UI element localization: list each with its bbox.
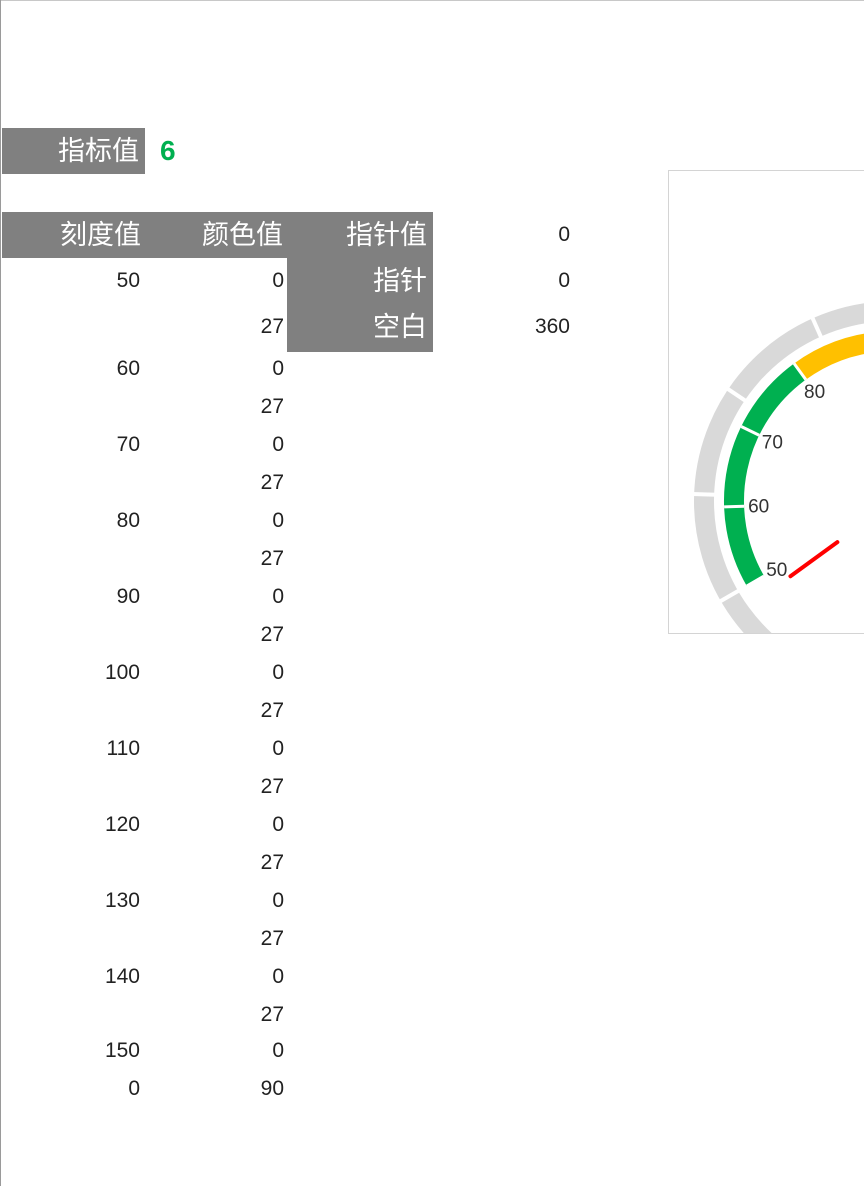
scale-value-cell[interactable]: 50 (40, 262, 140, 300)
color-value-cell[interactable]: 27 (184, 616, 284, 654)
color-value-cell[interactable]: 0 (184, 262, 284, 300)
color-value-cell[interactable]: 0 (184, 806, 284, 844)
indicator-label: 指标值 (58, 136, 139, 166)
scale-value-cell[interactable] (40, 692, 140, 730)
scale-value-cell[interactable] (40, 616, 140, 654)
color-value-cell[interactable]: 27 (184, 308, 284, 346)
scale-value-cell[interactable] (40, 388, 140, 426)
color-value-cell[interactable]: 0 (184, 1032, 284, 1070)
color-value-cell[interactable]: 0 (184, 426, 284, 464)
scale-value-cell[interactable]: 70 (40, 426, 140, 464)
scale-value-cell[interactable]: 120 (40, 806, 140, 844)
gauge-chart[interactable]: 5060708090 (668, 170, 864, 634)
color-value-cell[interactable]: 0 (184, 578, 284, 616)
gauge-svg: 5060708090 (692, 303, 864, 633)
blank-label: 空白 (373, 312, 427, 342)
scale-value-cell[interactable]: 60 (40, 350, 140, 388)
header-pointer-cell[interactable]: 指针值 (287, 212, 433, 258)
window-top-border (0, 0, 864, 1)
color-value-cell[interactable]: 27 (184, 388, 284, 426)
header-color: 颜色值 (202, 220, 283, 250)
scale-value-cell[interactable]: 130 (40, 882, 140, 920)
window-left-border (0, 0, 1, 1186)
pointer-value-cell[interactable]: 360 (470, 308, 570, 346)
color-value-cell[interactable]: 0 (184, 654, 284, 692)
color-value-cell[interactable]: 27 (184, 996, 284, 1034)
pointer-value-cell[interactable]: 0 (470, 262, 570, 300)
pointer-label-cell[interactable]: 指针 (287, 258, 433, 304)
scale-value-cell[interactable] (40, 844, 140, 882)
color-value-cell[interactable]: 0 (184, 730, 284, 768)
indicator-value: 6 (160, 135, 176, 166)
scale-value-cell[interactable]: 140 (40, 958, 140, 996)
scale-value-cell[interactable] (40, 768, 140, 806)
header-color-cell[interactable]: 颜色值 (145, 212, 289, 258)
scale-value-cell[interactable]: 100 (40, 654, 140, 692)
blank-label-cell[interactable]: 空白 (287, 304, 433, 352)
scale-value-cell[interactable]: 0 (40, 1070, 140, 1108)
color-value-cell[interactable]: 0 (184, 350, 284, 388)
color-value-cell[interactable]: 27 (184, 692, 284, 730)
color-value-cell[interactable]: 27 (184, 464, 284, 502)
gauge-needle (788, 540, 840, 579)
indicator-label-cell[interactable]: 指标值 (2, 128, 145, 174)
color-value-cell[interactable]: 27 (184, 844, 284, 882)
indicator-value-cell[interactable]: 6 (160, 128, 270, 174)
gauge-tick-label: 80 (804, 382, 825, 403)
scale-value-cell[interactable] (40, 464, 140, 502)
scale-value-cell[interactable] (40, 920, 140, 958)
pointer-label: 指针 (373, 266, 427, 296)
color-value-cell[interactable]: 27 (184, 540, 284, 578)
gauge-tick-label: 50 (766, 560, 787, 581)
pointer-value-cell[interactable]: 0 (470, 216, 570, 254)
gauge-yellow-band (794, 333, 864, 380)
color-value-cell[interactable]: 27 (184, 768, 284, 806)
gauge-tick-label: 60 (748, 497, 769, 518)
scale-value-cell[interactable] (40, 308, 140, 346)
gauge-tick-label: 70 (762, 432, 783, 453)
header-scale: 刻度值 (60, 220, 141, 250)
color-value-cell[interactable]: 0 (184, 958, 284, 996)
scale-value-cell[interactable]: 90 (40, 578, 140, 616)
ring-separator (692, 491, 717, 497)
scale-value-cell[interactable] (40, 996, 140, 1034)
gauge-tick (724, 504, 745, 509)
color-value-cell[interactable]: 0 (184, 882, 284, 920)
header-pointer: 指针值 (346, 220, 427, 250)
header-scale-cell[interactable]: 刻度值 (2, 212, 147, 258)
scale-value-cell[interactable] (40, 540, 140, 578)
gauge-green-band (724, 363, 806, 586)
color-value-cell[interactable]: 27 (184, 920, 284, 958)
scale-value-cell[interactable]: 80 (40, 502, 140, 540)
scale-value-cell[interactable]: 150 (40, 1032, 140, 1070)
color-value-cell[interactable]: 0 (184, 502, 284, 540)
color-value-cell[interactable]: 90 (184, 1070, 284, 1108)
scale-value-cell[interactable]: 110 (40, 730, 140, 768)
